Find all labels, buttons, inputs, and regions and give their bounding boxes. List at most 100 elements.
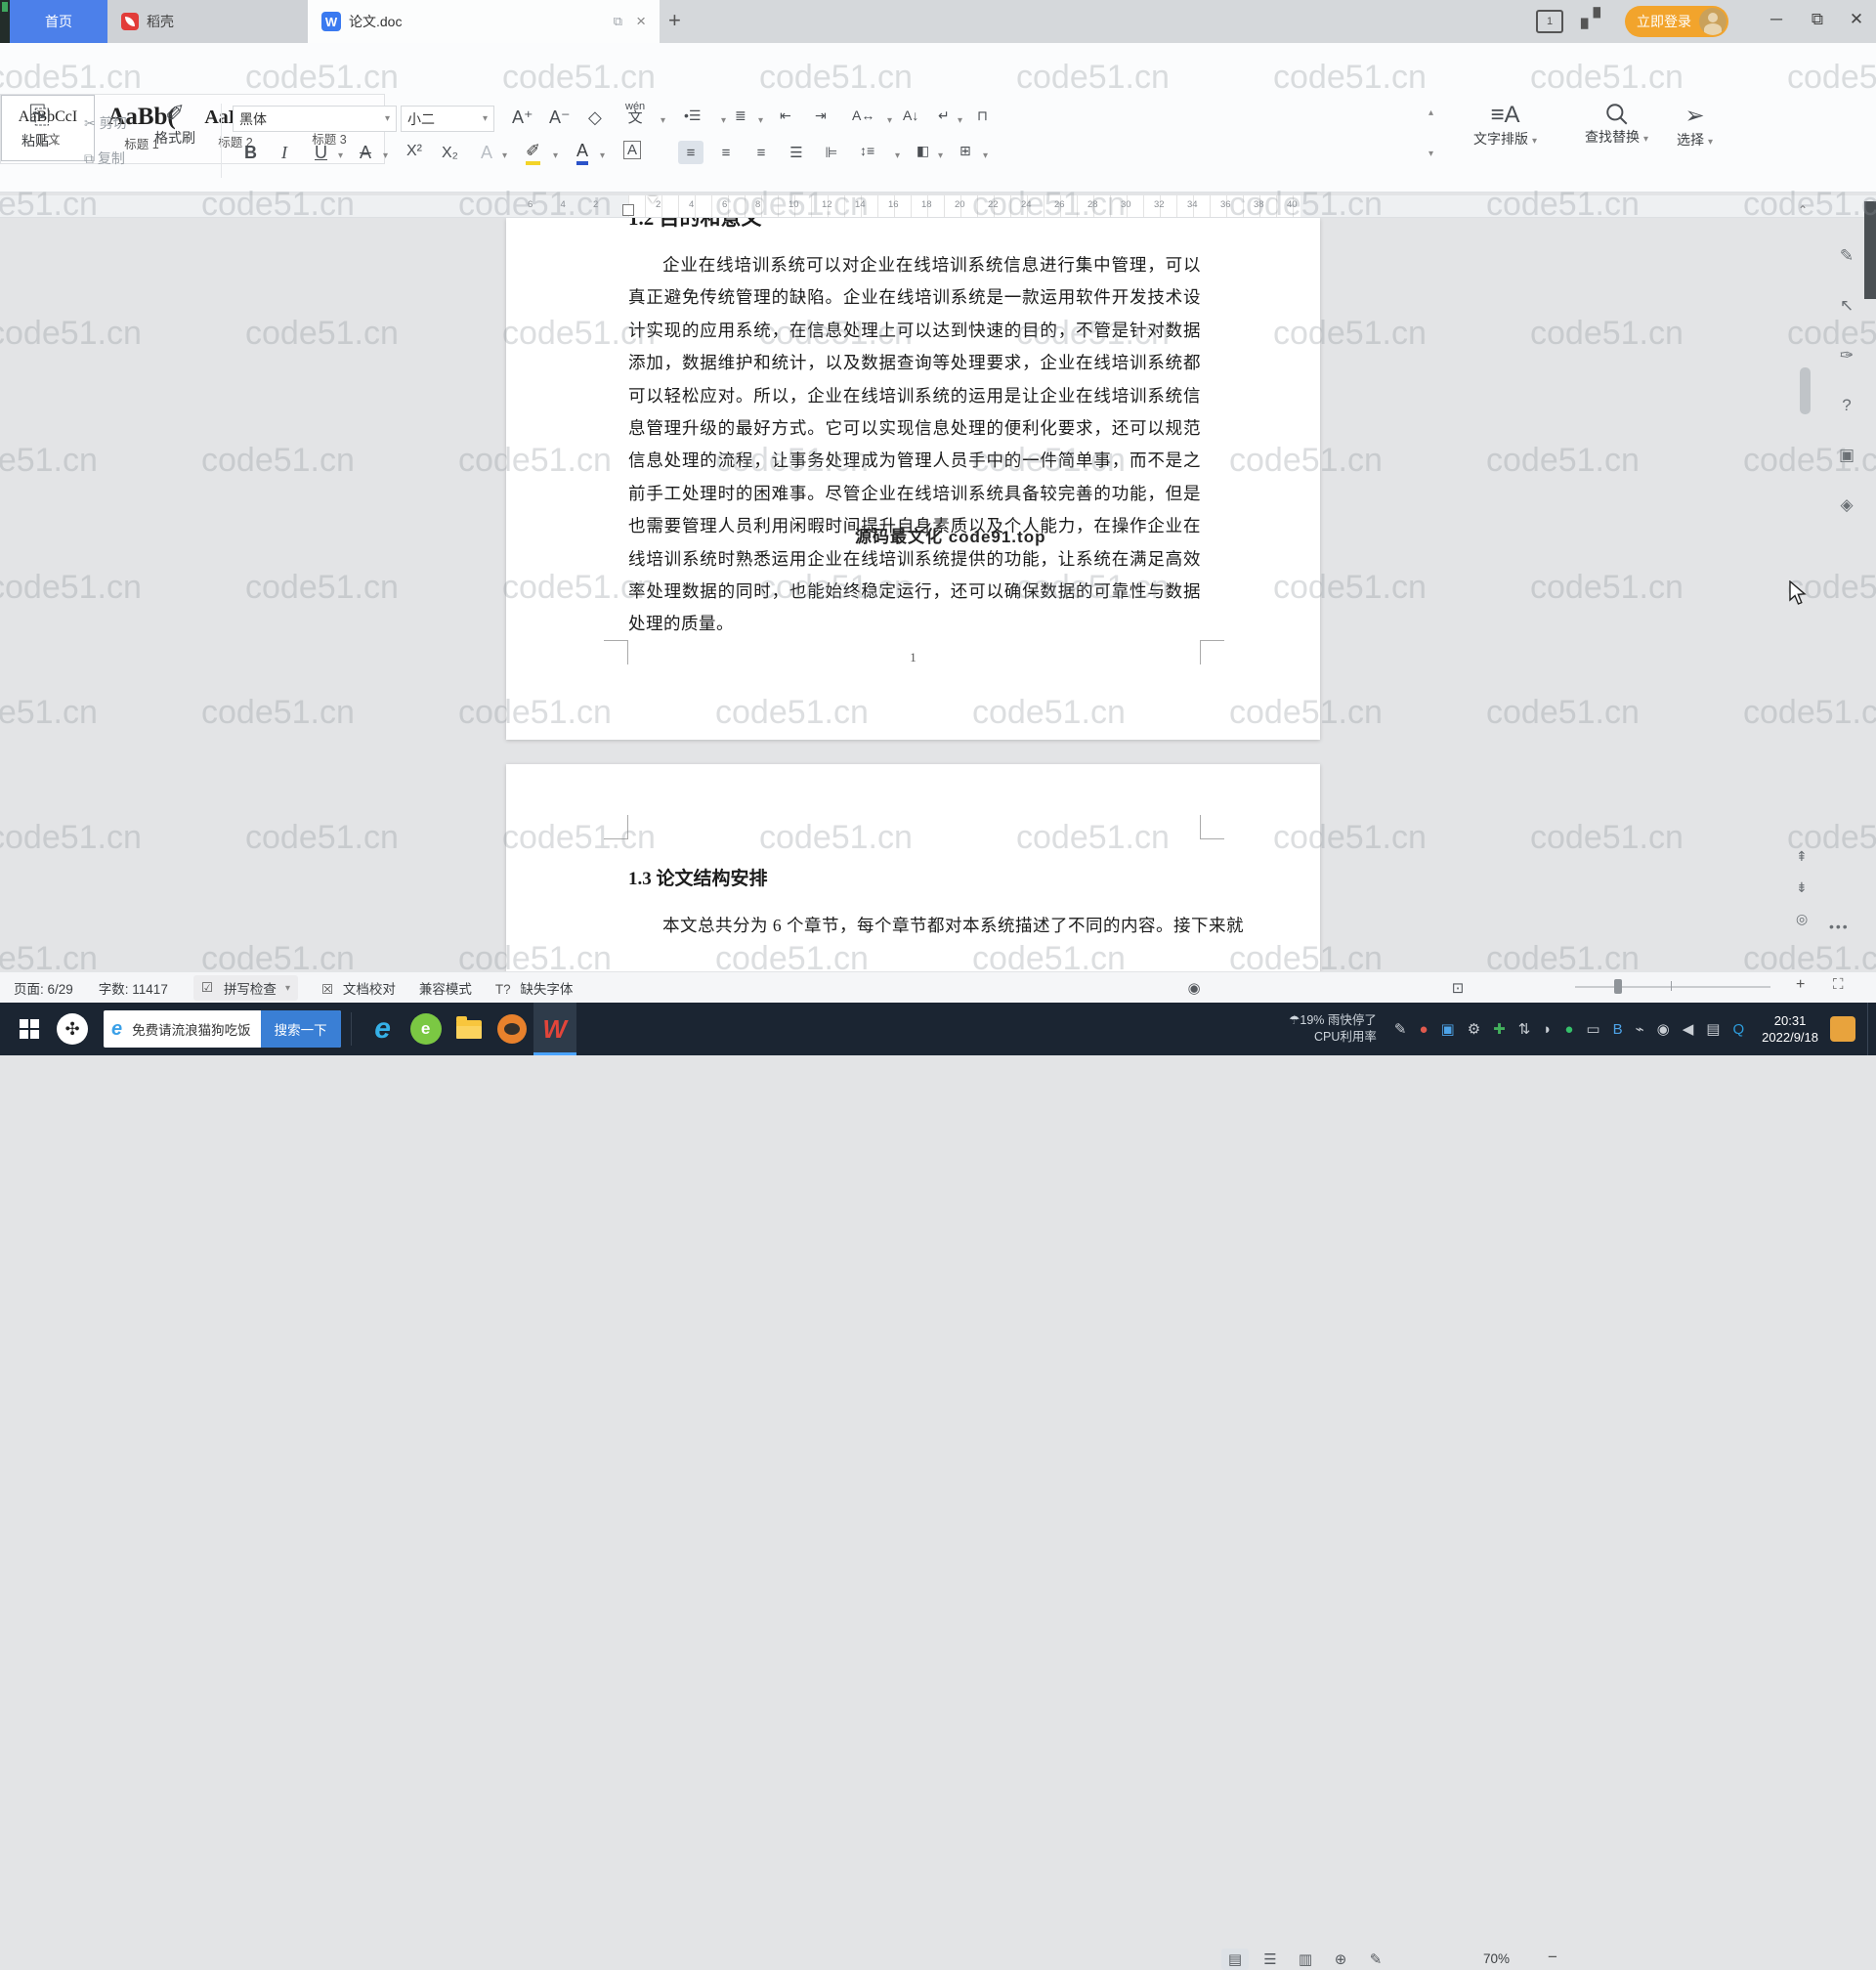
horizontal-ruler[interactable]: 6 4 2 2 4 6 8 10 12 14 16 18 20 22 24 26 28 30 32 34 36 38 40 <box>0 195 1876 218</box>
tray-notify-icon[interactable]: ◗ <box>1543 1021 1552 1038</box>
document-area[interactable]: 1.2 目的和意义 企业在线培训系统可以对企业在线培训系统信息进行集中管理，可以… <box>0 218 1876 971</box>
read-view-icon[interactable]: ▥ <box>1292 1949 1319 1970</box>
cut-button[interactable]: ✂ 剪切 <box>84 113 127 133</box>
distribute-icon[interactable]: ⊫ <box>819 141 844 164</box>
restore-button[interactable]: ⧉ <box>1798 0 1837 39</box>
zoom-slider-track[interactable] <box>1575 986 1770 988</box>
borders-icon[interactable]: ⊞ <box>959 143 971 159</box>
taskbar-search-widget[interactable]: e 免费请流浪猫狗吃饭 搜索一下 <box>104 1010 341 1048</box>
tray-health-icon[interactable]: ✚ <box>1493 1020 1506 1038</box>
zoom-in-icon[interactable]: + <box>1796 976 1805 994</box>
help-icon[interactable]: ? <box>1842 396 1851 415</box>
vertical-scrollbar-thumb[interactable] <box>1800 367 1811 414</box>
align-center-icon[interactable]: ≡ <box>713 141 739 164</box>
page-1[interactable]: 1.2 目的和意义 企业在线培训系统可以对企业在线培训系统信息进行集中管理，可以… <box>506 218 1320 740</box>
taskbar-cat-app[interactable] <box>490 1003 533 1055</box>
page-indicator[interactable]: 页面: 6/29 <box>14 978 73 998</box>
show-marks-icon[interactable]: ↵ <box>938 107 950 124</box>
gallery-up-icon[interactable]: ▴ <box>1428 107 1433 118</box>
web-view-icon[interactable]: ⊕ <box>1327 1949 1354 1970</box>
tray-browser-icon[interactable]: ◉ <box>1657 1020 1670 1038</box>
align-left-icon[interactable]: ≡ <box>678 141 704 164</box>
apps-grid-icon[interactable]: ▖▘ <box>1581 8 1607 30</box>
increase-indent-icon[interactable]: ⇥ <box>815 107 827 124</box>
outline-view-icon[interactable]: ☰ <box>1257 1949 1284 1970</box>
decrease-indent-icon[interactable]: ⇤ <box>780 107 791 124</box>
font-size-select[interactable]: 小二 ▾ <box>401 106 494 132</box>
text-effects-icon[interactable]: A <box>481 143 492 163</box>
taskbar-explorer[interactable] <box>448 1003 490 1055</box>
underline-icon[interactable]: U <box>315 143 327 163</box>
browse-object-icon[interactable]: ◎ <box>1796 911 1808 927</box>
scroll-up-icon[interactable]: ⌃ <box>1798 203 1808 217</box>
bold-icon[interactable]: B <box>244 143 257 163</box>
fit-page-icon[interactable]: ⊡ <box>1444 977 1471 999</box>
proofread-button[interactable]: ☒ 文档校对 <box>321 978 396 998</box>
select-button[interactable]: ➢ 选择 ▾ <box>1677 102 1713 150</box>
new-tab-button[interactable]: + <box>668 8 681 33</box>
strikethrough-icon[interactable]: A <box>360 143 371 163</box>
left-indent-marker[interactable] <box>622 204 634 216</box>
tray-record-icon[interactable]: ● <box>1419 1021 1428 1038</box>
more-tools-icon[interactable]: ••• <box>1829 919 1850 934</box>
paste-button[interactable]: ⎘ 粘贴 ▾ <box>21 100 58 150</box>
screenshot-tool-icon[interactable]: ▣ <box>1839 446 1855 465</box>
font-name-select[interactable]: 黑体 ▾ <box>233 106 397 132</box>
zoom-slider-thumb[interactable] <box>1614 979 1622 994</box>
tray-settings-icon[interactable]: ⚙ <box>1468 1020 1480 1038</box>
fullscreen-icon[interactable]: ⛶ <box>1833 976 1844 993</box>
page-2[interactable]: 1.3 论文结构安排 本文总共分为 6 个章节，每个章节都对本系统描述了不同的内… <box>506 764 1320 971</box>
tray-screen-icon[interactable]: ▣ <box>1441 1020 1455 1038</box>
taskbar-wps[interactable]: W <box>533 1003 576 1055</box>
shrink-font-icon[interactable]: A⁻ <box>549 107 571 128</box>
tab-home[interactable]: 首页 <box>10 0 107 43</box>
tag-tool-icon[interactable]: ◈ <box>1840 495 1853 515</box>
char-shading-icon[interactable]: A <box>623 141 642 159</box>
superscript-icon[interactable]: X² <box>406 143 422 160</box>
text-layout-button[interactable]: ≡A 文字排版 ▾ <box>1473 102 1537 149</box>
italic-icon[interactable]: I <box>281 143 287 163</box>
tab-close-icon[interactable]: × <box>636 12 646 31</box>
minimize-button[interactable]: ─ <box>1757 0 1796 39</box>
tray-network-icon[interactable]: ⇅ <box>1518 1020 1531 1038</box>
ink-view-icon[interactable]: ✎ <box>1362 1949 1389 1970</box>
gallery-down-icon[interactable]: ▾ <box>1428 149 1433 159</box>
tab-docer[interactable]: 稻壳 <box>107 0 308 43</box>
tray-search-icon[interactable]: Q <box>1732 1021 1744 1038</box>
taskbar-search-button[interactable]: 搜索一下 <box>260 1010 341 1048</box>
line-spacing-icon[interactable]: ↕≡ <box>860 143 874 158</box>
right-edge-panel[interactable] <box>1864 201 1876 299</box>
tray-pen-icon[interactable]: ✎ <box>1394 1020 1407 1038</box>
eye-protect-icon[interactable]: ◉ <box>1180 977 1208 999</box>
select-cursor-icon[interactable]: ↖ <box>1840 296 1854 316</box>
annotate-pen-icon[interactable]: ✎ <box>1840 246 1854 266</box>
copy-button[interactable]: ⧉ 复制 <box>84 149 125 168</box>
page-view-icon[interactable]: ▤ <box>1221 1949 1249 1970</box>
screenshot-tray-icon[interactable] <box>1830 1016 1855 1042</box>
font-color-icon[interactable]: A <box>576 141 589 165</box>
highlight-tool-icon[interactable]: ✑ <box>1840 346 1854 365</box>
taskbar-launcher[interactable]: ✣ <box>51 1003 94 1055</box>
tray-volume-icon[interactable]: ◀ <box>1683 1020 1694 1038</box>
start-button[interactable] <box>8 1003 51 1055</box>
clear-format-icon[interactable]: ◇ <box>588 107 602 128</box>
taskbar-ie[interactable]: e <box>362 1003 405 1055</box>
sort-icon[interactable]: A↓ <box>903 107 918 123</box>
screen-share-icon[interactable]: ⧉ <box>614 14 622 29</box>
tray-green-icon[interactable]: ● <box>1564 1021 1573 1038</box>
close-button[interactable]: ✕ <box>1837 0 1876 39</box>
highlight-color-icon[interactable]: ✐ <box>526 141 541 165</box>
previous-page-icon[interactable]: ⇞ <box>1796 848 1808 865</box>
show-desktop-button[interactable] <box>1867 1003 1876 1055</box>
zoom-out-icon[interactable]: − <box>1548 1948 1557 1967</box>
tab-document[interactable]: W 论文.doc ⧉ × <box>308 0 660 43</box>
subscript-icon[interactable]: X₂ <box>442 145 458 162</box>
pinyin-guide-icon[interactable]: wén 文 <box>625 102 645 126</box>
missing-font-button[interactable]: T? 缺失字体 <box>495 978 574 998</box>
login-button[interactable]: 立即登录 <box>1625 6 1728 37</box>
taskbar-browser360[interactable]: e <box>405 1003 448 1055</box>
tray-battery-icon[interactable]: ▭ <box>1586 1020 1599 1038</box>
format-painter-button[interactable]: ✐ 格式刷 <box>154 100 195 148</box>
shading-icon[interactable]: ◧ <box>917 143 929 159</box>
tray-bluetooth-icon[interactable]: B <box>1613 1021 1623 1038</box>
